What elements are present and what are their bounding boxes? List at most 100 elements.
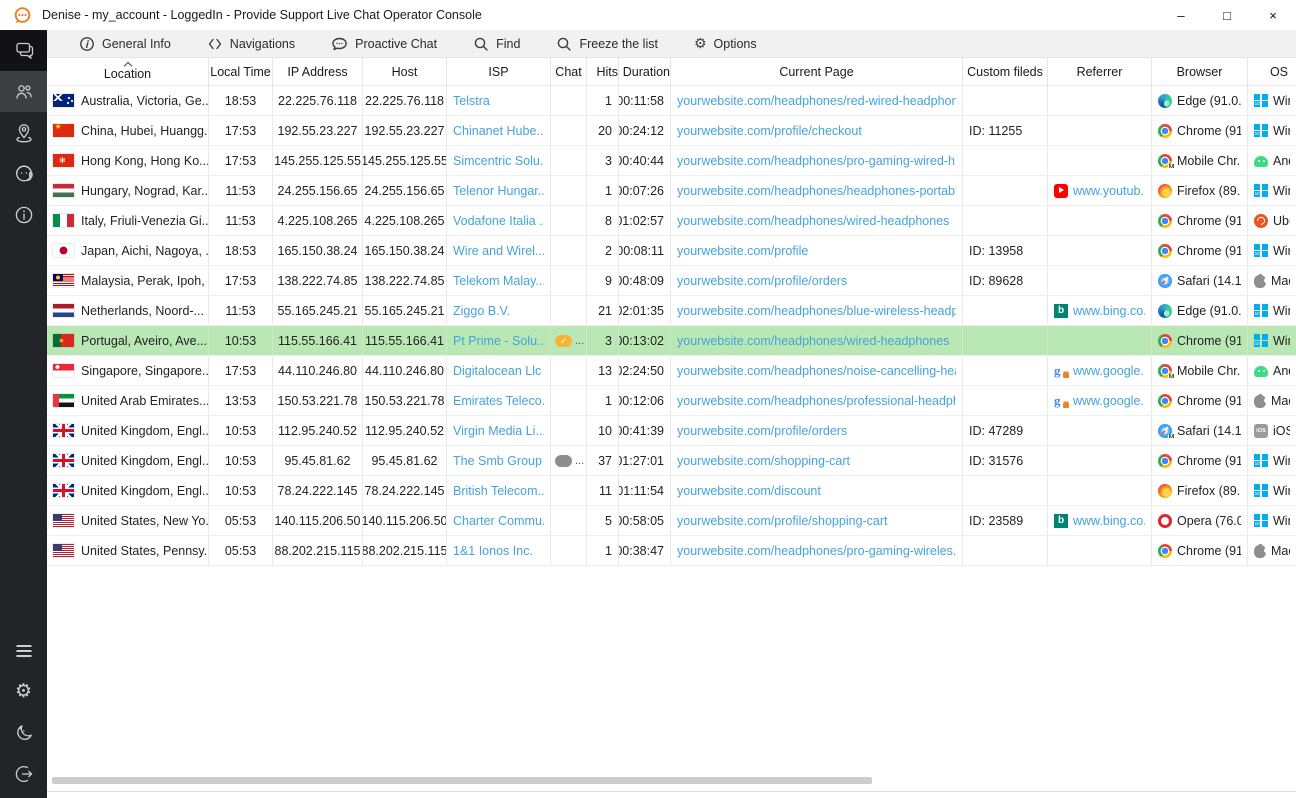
maximize-button[interactable]: □ [1204, 0, 1250, 30]
visitor-row[interactable]: Japan, Aichi, Nagoya, ... 18:53 165.150.… [47, 236, 1296, 266]
column-header-os[interactable]: OS [1248, 58, 1296, 85]
column-header-ip-address[interactable]: IP Address [273, 58, 363, 85]
app-window: Denise - my_account - LoggedIn - Provide… [0, 0, 1296, 798]
current-page-link[interactable]: yourwebsite.com/headphones/red-wired-hea… [677, 94, 956, 108]
sidebar-item-menu[interactable] [0, 630, 47, 671]
visitor-row[interactable]: Portugal, Aveiro, Ave... 10:53 115.55.16… [47, 326, 1296, 356]
sidebar-item-visitors[interactable] [0, 71, 47, 112]
visitor-row[interactable]: China, Hubei, Huangg... 17:53 192.55.23.… [47, 116, 1296, 146]
current-page-link[interactable]: yourwebsite.com/headphones/wired-headpho… [677, 334, 949, 348]
visitor-row[interactable]: United Kingdom, Engl... 10:53 112.95.240… [47, 416, 1296, 446]
isp-link[interactable]: British Telecom... [453, 484, 544, 498]
isp-link[interactable]: Vodafone Italia ... [453, 214, 544, 228]
current-page-link[interactable]: yourwebsite.com/profile/orders [677, 424, 847, 438]
current-page-link[interactable]: yourwebsite.com/headphones/wired-headpho… [677, 214, 949, 228]
us-flag-icon [53, 544, 74, 557]
column-header-host[interactable]: Host [363, 58, 447, 85]
sidebar-item-chats[interactable] [0, 30, 47, 71]
current-page-link[interactable]: yourwebsite.com/shopping-cart [677, 454, 850, 468]
toolbar-proactive-chat-button[interactable]: Proactive Chat [331, 36, 437, 52]
column-header-referrer[interactable]: Referrer [1048, 58, 1152, 85]
visitor-row[interactable]: Hungary, Nograd, Kar... 11:53 24.255.156… [47, 176, 1296, 206]
duration-cell: 00:12:06 [619, 386, 671, 415]
visitor-row[interactable]: Italy, Friuli-Venezia Gi... 11:53 4.225.… [47, 206, 1296, 236]
isp-link[interactable]: 1&1 Ionos Inc. [453, 544, 533, 558]
column-header-duration[interactable]: Duration [619, 58, 671, 85]
column-header-chat[interactable]: Chat [551, 58, 587, 85]
referrer-link[interactable]: www.bing.co... [1073, 514, 1145, 528]
column-header-local-time[interactable]: Local Time [209, 58, 273, 85]
visitor-row[interactable]: Malaysia, Perak, Ipoh, ... 17:53 138.222… [47, 266, 1296, 296]
column-header-browser[interactable]: Browser [1152, 58, 1248, 85]
hits-cell: 1 [587, 536, 619, 565]
toolbar-general-info-button[interactable]: General Info [79, 36, 171, 52]
current-page-link[interactable]: yourwebsite.com/profile/orders [677, 274, 847, 288]
isp-link[interactable]: Telekom Malay... [453, 274, 544, 288]
sidebar-item-info[interactable] [0, 194, 47, 235]
sidebar-item-settings[interactable]: ⚙ [0, 671, 47, 712]
visitor-row[interactable]: Singapore, Singapore... 17:53 44.110.246… [47, 356, 1296, 386]
sidebar-item-operators[interactable] [0, 153, 47, 194]
current-page-link[interactable]: yourwebsite.com/headphones/pro-gaming-wi… [677, 154, 956, 168]
isp-link[interactable]: Emirates Teleco... [453, 394, 544, 408]
current-page-link[interactable]: yourwebsite.com/headphones/blue-wireless… [677, 304, 956, 318]
visitor-row[interactable]: Hong Kong, Hong Ko... 17:53 145.255.125.… [47, 146, 1296, 176]
current-page-link[interactable]: yourwebsite.com/headphones/professional-… [677, 394, 956, 408]
isp-link[interactable]: Charter Commu... [453, 514, 544, 528]
visitor-row[interactable]: United States, Pennsy... 05:53 88.202.21… [47, 536, 1296, 566]
column-header-custom-fields[interactable]: Custom fileds [963, 58, 1048, 85]
minimize-button[interactable]: – [1158, 0, 1204, 30]
close-button[interactable]: × [1250, 0, 1296, 30]
column-header-isp[interactable]: ISP [447, 58, 551, 85]
current-page-link[interactable]: yourwebsite.com/profile/shopping-cart [677, 514, 888, 528]
visitor-row[interactable]: Netherlands, Noord-... 11:53 55.165.245.… [47, 296, 1296, 326]
duration-cell: 00:24:12 [619, 116, 671, 145]
column-header-hits[interactable]: Hits [587, 58, 619, 85]
isp-link[interactable]: Wire and Wirel... [453, 244, 544, 258]
isp-link[interactable]: Telstra [453, 94, 490, 108]
current-page-link[interactable]: yourwebsite.com/discount [677, 484, 821, 498]
isp-link[interactable]: Pt Prime - Solu... [453, 334, 544, 348]
referrer-link[interactable]: www.google... [1073, 394, 1145, 408]
column-header-current-page[interactable]: Current Page [671, 58, 963, 85]
visitor-row[interactable]: United States, New Yo... 05:53 140.115.2… [47, 506, 1296, 536]
current-page-link[interactable]: yourwebsite.com/headphones/pro-gaming-wi… [677, 544, 956, 558]
gear-icon: ⚙ [15, 682, 32, 701]
horizontal-scrollbar-thumb[interactable] [52, 777, 872, 784]
current-page-link[interactable]: yourwebsite.com/headphones/noise-cancell… [677, 364, 956, 378]
isp-link[interactable]: Virgin Media Li... [453, 424, 544, 438]
current-page-link[interactable]: yourwebsite.com/headphones/headphones-po… [677, 184, 956, 198]
chat-bubble-answered-icon[interactable] [555, 335, 572, 347]
visitor-row[interactable]: United Arab Emirates... 13:53 150.53.221… [47, 386, 1296, 416]
current-page-cell: yourwebsite.com/headphones/pro-gaming-wi… [671, 536, 963, 565]
isp-link[interactable]: Ziggo B.V. [453, 304, 510, 318]
sidebar-item-logout[interactable] [0, 753, 47, 794]
isp-link[interactable]: Telenor Hungar... [453, 184, 544, 198]
os-content: And [1254, 364, 1290, 378]
column-header-location[interactable]: Location [47, 58, 209, 85]
visitor-row[interactable]: United Kingdom, Engl... 10:53 95.45.81.6… [47, 446, 1296, 476]
toolbar-find-button[interactable]: Find [473, 36, 520, 52]
isp-link[interactable]: The Smb Group [453, 454, 542, 468]
sidebar-item-night-mode[interactable] [0, 712, 47, 753]
location-text: Hungary, Nograd, Kar... [81, 184, 209, 198]
visitor-row[interactable]: Australia, Victoria, Ge... 18:53 22.225.… [47, 86, 1296, 116]
referrer-link[interactable]: www.google... [1073, 364, 1145, 378]
current-page-link[interactable]: yourwebsite.com/profile/checkout [677, 124, 862, 138]
os-cell: Win [1248, 296, 1296, 325]
current-page-cell: yourwebsite.com/profile/shopping-cart [671, 506, 963, 535]
horizontal-scrollbar[interactable] [47, 776, 1296, 785]
toolbar-navigations-button[interactable]: Navigations [207, 36, 295, 52]
toolbar-freeze-list-button[interactable]: Freeze the list [556, 36, 658, 52]
current-page-link[interactable]: yourwebsite.com/profile [677, 244, 808, 258]
isp-link[interactable]: Digitalocean Llc [453, 364, 541, 378]
referrer-link[interactable]: www.youtub... [1073, 184, 1145, 198]
sidebar-item-geo-location[interactable] [0, 112, 47, 153]
chat-bubble-pending-icon[interactable] [555, 455, 572, 467]
referrer-link[interactable]: www.bing.co... [1073, 304, 1145, 318]
jp-flag-icon [53, 244, 74, 257]
visitor-row[interactable]: United Kingdom, Engl... 10:53 78.24.222.… [47, 476, 1296, 506]
isp-link[interactable]: Chinanet Hube... [453, 124, 544, 138]
isp-link[interactable]: Simcentric Solu... [453, 154, 544, 168]
toolbar-options-button[interactable]: ⚙ Options [694, 37, 757, 51]
